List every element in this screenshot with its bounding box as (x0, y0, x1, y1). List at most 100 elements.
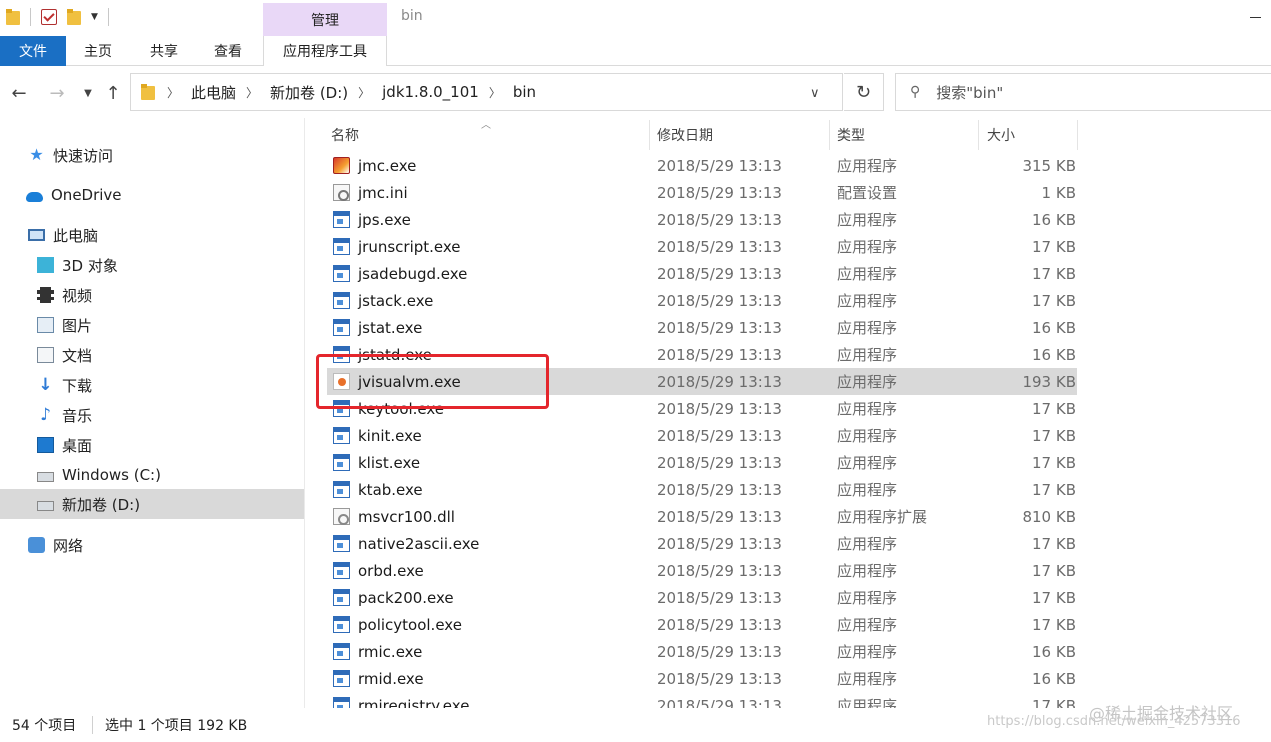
sidebar-item-pictures[interactable]: 图片 (37, 310, 92, 340)
breadcrumb-bin[interactable]: bin (513, 83, 536, 101)
search-box[interactable]: ⚲ 搜索"bin" (895, 73, 1271, 111)
file-row[interactable]: ktab.exe 2018/5/29 13:13 应用程序 17 KB (327, 476, 1077, 503)
column-header-date[interactable]: 修改日期 (657, 120, 713, 150)
file-row[interactable]: klist.exe 2018/5/29 13:13 应用程序 17 KB (327, 449, 1077, 476)
sidebar-item-documents[interactable]: 文档 (37, 340, 92, 370)
picture-icon (37, 317, 54, 333)
settings-file-icon (333, 508, 350, 525)
file-size: 16 KB (1032, 669, 1076, 688)
file-row[interactable]: rmic.exe 2018/5/29 13:13 应用程序 16 KB (327, 638, 1077, 665)
file-row[interactable]: orbd.exe 2018/5/29 13:13 应用程序 17 KB (327, 557, 1077, 584)
file-type: 应用程序 (837, 643, 898, 661)
column-header-name[interactable]: 名称 (331, 120, 359, 150)
sidebar-item-onedrive[interactable]: OneDrive (26, 180, 122, 210)
document-icon (37, 347, 54, 363)
sidebar-item-label: OneDrive (51, 186, 122, 204)
file-row[interactable]: jrunscript.exe 2018/5/29 13:13 应用程序 17 KB (327, 233, 1077, 260)
breadcrumb-chevron-icon[interactable]: 〉 (489, 84, 501, 101)
breadcrumb-drive-d[interactable]: 新加卷 (D:) (270, 82, 348, 103)
file-size: 17 KB (1032, 264, 1076, 283)
sidebar-item-this-pc[interactable]: 此电脑 (28, 220, 98, 250)
tab-file[interactable]: 文件 (0, 36, 66, 66)
file-row[interactable]: kinit.exe 2018/5/29 13:13 应用程序 17 KB (327, 422, 1077, 449)
tab-home[interactable]: 主页 (70, 36, 126, 66)
file-name: jmc.ini (358, 183, 408, 202)
file-row[interactable]: pack200.exe 2018/5/29 13:13 应用程序 17 KB (327, 584, 1077, 611)
file-date: 2018/5/29 13:13 (657, 669, 782, 688)
column-divider[interactable] (829, 120, 830, 150)
file-type: 应用程序扩展 (837, 508, 928, 526)
sidebar-item-network[interactable]: 网络 (28, 530, 83, 560)
recent-locations-chevron-down-icon[interactable]: ▼ (80, 80, 96, 106)
file-type: 应用程序 (837, 292, 898, 310)
back-arrow-icon[interactable]: ← (8, 80, 30, 106)
file-date: 2018/5/29 13:13 (657, 210, 782, 229)
computer-icon (28, 229, 45, 241)
file-row[interactable]: jvisualvm.exe 2018/5/29 13:13 应用程序 193 KB (327, 368, 1077, 395)
sidebar-item-quick-access[interactable]: ★ 快速访问 (28, 140, 113, 170)
new-folder-icon[interactable] (67, 9, 81, 25)
file-size: 16 KB (1032, 210, 1076, 229)
application-icon (333, 292, 350, 309)
sidebar-item-label: 视频 (62, 286, 93, 305)
file-row[interactable]: keytool.exe 2018/5/29 13:13 应用程序 17 KB (327, 395, 1077, 422)
file-size: 17 KB (1032, 237, 1076, 256)
file-size: 17 KB (1032, 480, 1076, 499)
file-row[interactable]: rmiregistry.exe 2018/5/29 13:13 应用程序 17 KB (327, 692, 1077, 708)
file-row[interactable]: jsadebugd.exe 2018/5/29 13:13 应用程序 17 KB (327, 260, 1077, 287)
file-row[interactable]: policytool.exe 2018/5/29 13:13 应用程序 17 KB (327, 611, 1077, 638)
minimize-icon[interactable] (1250, 17, 1261, 18)
file-type: 应用程序 (837, 454, 898, 472)
title-bar: ▼ 管理 bin (0, 0, 1271, 36)
file-type: 应用程序 (837, 589, 898, 607)
file-type: 应用程序 (837, 346, 898, 364)
sidebar-item-downloads[interactable]: ↓ 下载 (37, 370, 92, 400)
refresh-icon[interactable]: ↻ (844, 73, 884, 111)
file-row[interactable]: jmc.exe 2018/5/29 13:13 应用程序 315 KB (327, 152, 1077, 179)
properties-icon[interactable] (41, 9, 57, 25)
file-date: 2018/5/29 13:13 (657, 615, 782, 634)
address-bar[interactable]: 〉 此电脑 〉 新加卷 (D:) 〉 jdk1.8.0_101 〉 bin (130, 73, 843, 111)
sidebar-item-3d-objects[interactable]: 3D 对象 (37, 250, 118, 280)
file-row[interactable]: msvcr100.dll 2018/5/29 13:13 应用程序扩展 810 KB (327, 503, 1077, 530)
column-divider[interactable] (649, 120, 650, 150)
breadcrumb-chevron-icon[interactable]: 〉 (246, 84, 258, 101)
file-row[interactable]: jmc.ini 2018/5/29 13:13 配置设置 1 KB (327, 179, 1077, 206)
sidebar-item-drive-d[interactable]: 新加卷 (D:) (0, 489, 304, 519)
sidebar-item-label: 文档 (62, 346, 93, 365)
forward-arrow-icon[interactable]: → (46, 80, 68, 106)
tab-view[interactable]: 查看 (200, 36, 256, 66)
file-type: 应用程序 (837, 319, 898, 337)
file-date: 2018/5/29 13:13 (657, 534, 782, 553)
application-icon (333, 481, 350, 498)
address-history-chevron-down-icon[interactable]: ∨ (810, 86, 820, 101)
column-divider[interactable] (978, 120, 979, 150)
tab-application-tools[interactable]: 应用程序工具 (263, 36, 387, 66)
file-row[interactable]: jstack.exe 2018/5/29 13:13 应用程序 17 KB (327, 287, 1077, 314)
breadcrumb-this-pc[interactable]: 此电脑 (191, 82, 236, 103)
item-count: 54 个项目 (12, 718, 77, 734)
customize-toolbar-chevron-down-icon[interactable]: ▼ (91, 12, 98, 22)
file-row[interactable]: native2ascii.exe 2018/5/29 13:13 应用程序 17 KB (327, 530, 1077, 557)
file-row[interactable]: rmid.exe 2018/5/29 13:13 应用程序 16 KB (327, 665, 1077, 692)
tab-share[interactable]: 共享 (136, 36, 192, 66)
application-icon (333, 211, 350, 228)
file-size: 17 KB (1032, 291, 1076, 310)
column-divider[interactable] (1077, 120, 1078, 150)
file-size: 17 KB (1032, 426, 1076, 445)
sidebar-item-music[interactable]: ♪ 音乐 (37, 400, 92, 430)
breadcrumb-jdk[interactable]: jdk1.8.0_101 (382, 83, 479, 101)
file-type: 应用程序 (837, 157, 898, 175)
sidebar-item-videos[interactable]: 视频 (37, 280, 92, 310)
file-type: 应用程序 (837, 562, 898, 580)
file-row[interactable]: jstatd.exe 2018/5/29 13:13 应用程序 16 KB (327, 341, 1077, 368)
file-row[interactable]: jps.exe 2018/5/29 13:13 应用程序 16 KB (327, 206, 1077, 233)
column-header-size[interactable]: 大小 (987, 120, 1015, 150)
file-row[interactable]: jstat.exe 2018/5/29 13:13 应用程序 16 KB (327, 314, 1077, 341)
breadcrumb-chevron-icon[interactable]: 〉 (358, 84, 370, 101)
sidebar-item-desktop[interactable]: 桌面 (37, 430, 92, 460)
breadcrumb-chevron-icon[interactable]: 〉 (167, 84, 179, 101)
column-header-type[interactable]: 类型 (837, 120, 865, 150)
up-arrow-icon[interactable]: ↑ (102, 80, 124, 106)
sidebar-item-drive-c[interactable]: Windows (C:) (37, 460, 161, 490)
